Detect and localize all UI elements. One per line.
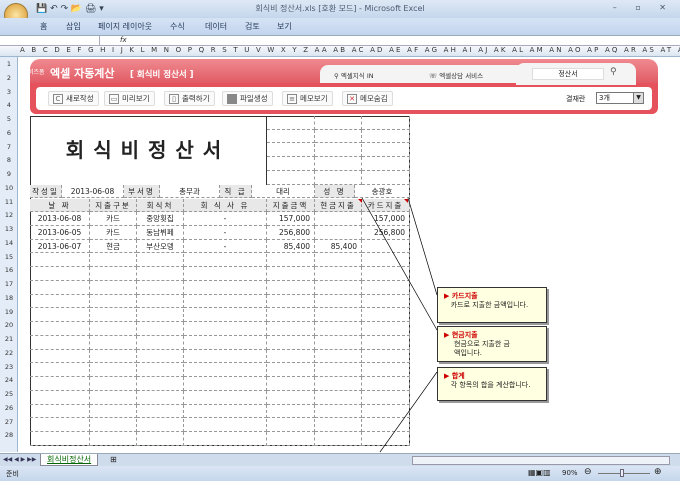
zoom-out-icon[interactable]: ⊖ — [584, 467, 592, 477]
insert-sheet-icon[interactable]: ⊞ — [110, 455, 117, 464]
sheet-tabs-bar: ◀◀ ◀ ▶ ▶▶ 회식비정산서 ⊞ — [0, 453, 680, 466]
zoom-in-icon[interactable]: ⊕ — [654, 467, 662, 477]
zoom-slider-thumb[interactable] — [620, 469, 624, 477]
tab-nav-arrows[interactable]: ◀◀ ◀ ▶ ▶▶ — [3, 456, 36, 463]
zoom-level[interactable]: 90% — [562, 469, 578, 477]
view-buttons[interactable]: ▦▣▥ — [528, 468, 551, 477]
zoom-slider[interactable] — [598, 473, 650, 474]
horizontal-scrollbar[interactable] — [412, 456, 670, 465]
comment-connectors — [361, 197, 438, 453]
status-ready: 준비 — [6, 470, 19, 478]
sheet-tab-active[interactable]: 회식비정산서 — [40, 454, 99, 466]
status-bar: 준비 ▦▣▥ 90% ⊖ ⊕ — [0, 466, 680, 481]
